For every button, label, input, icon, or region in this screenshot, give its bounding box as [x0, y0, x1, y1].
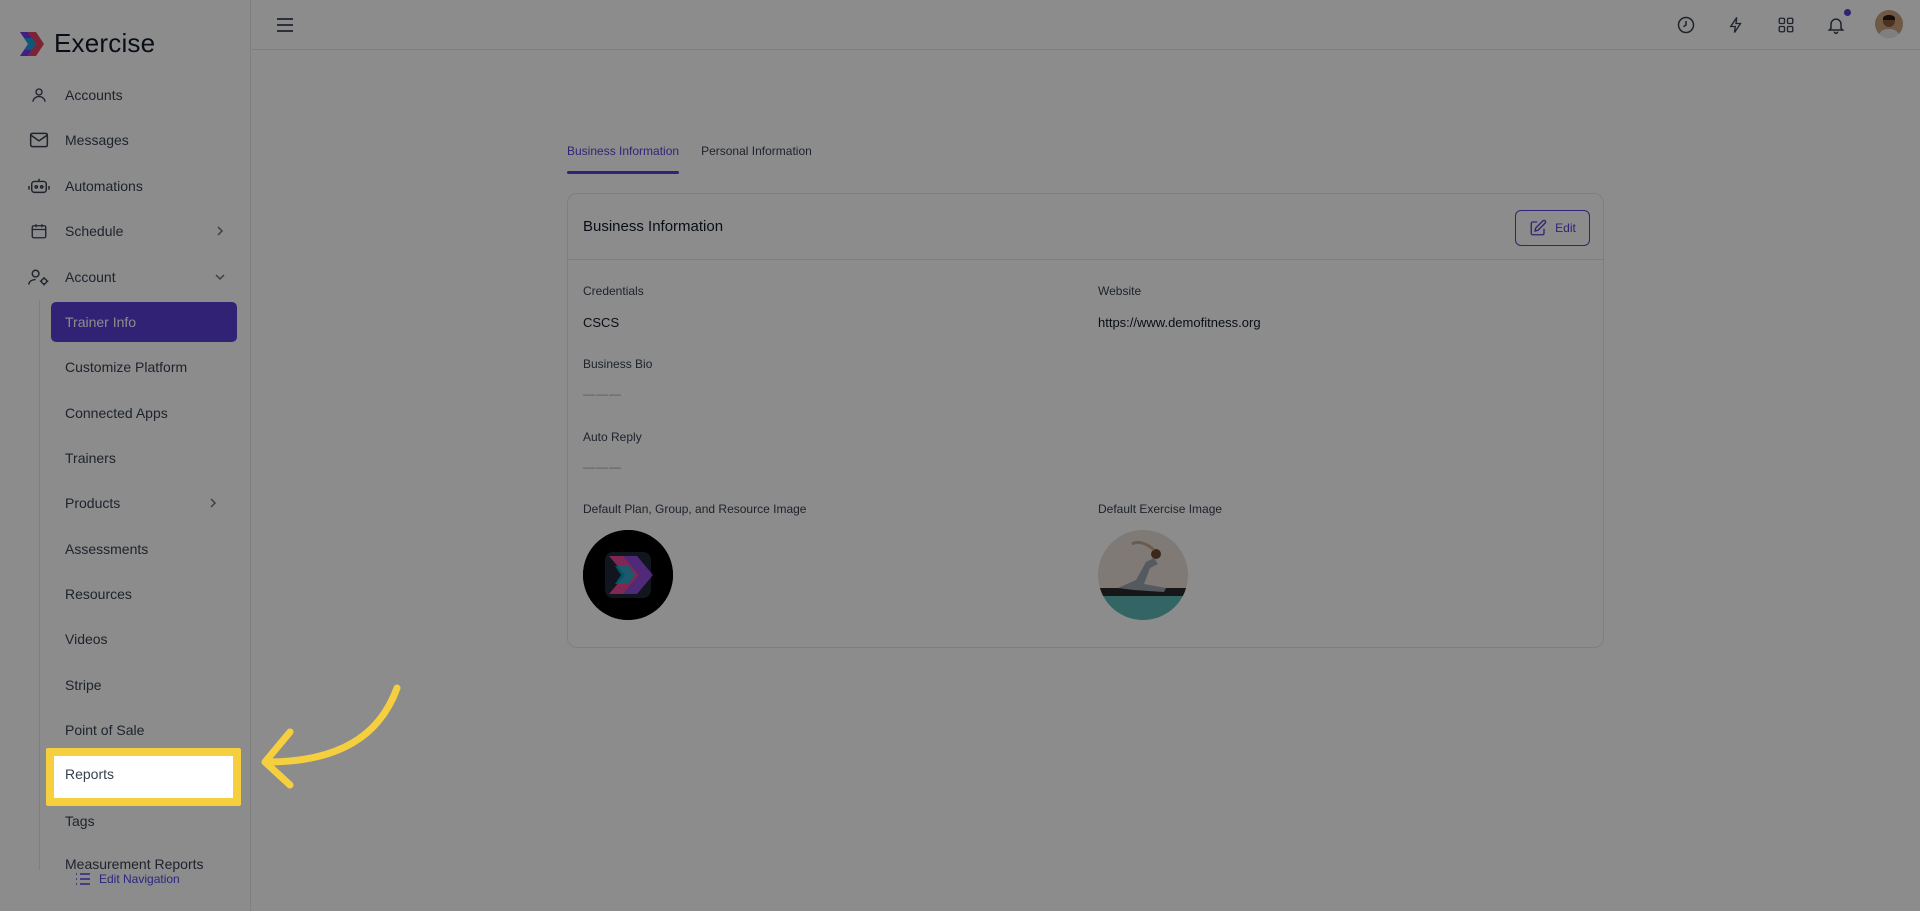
notification-dot [1844, 9, 1851, 16]
notifications-button[interactable] [1824, 9, 1851, 37]
sidebar-item-automations[interactable]: Automations [28, 170, 238, 202]
sidebar-item-label: Stripe [65, 677, 102, 693]
business-information-card: Business Information Edit Credentials CS… [567, 193, 1604, 648]
auto-reply-label: Auto Reply [583, 430, 642, 444]
edit-navigation-link[interactable]: Edit Navigation [71, 872, 184, 886]
sidebar-subitem-trainer-info[interactable]: Trainer Info [51, 302, 237, 342]
calendar-icon [28, 220, 50, 242]
sidebar-item-label: Automations [65, 178, 143, 194]
apps-button[interactable] [1774, 13, 1798, 37]
clock-icon [1677, 16, 1695, 34]
sidebar-subitem-customize-platform[interactable]: Customize Platform [51, 347, 237, 387]
sidebar-item-label: Trainer Info [65, 314, 137, 330]
sidebar-item-label: Products [65, 495, 121, 511]
website-value[interactable]: https://www.demofitness.org [1098, 315, 1261, 330]
sidebar-item-label: Schedule [65, 223, 124, 239]
chevron-right-icon [217, 226, 224, 236]
sidebar-item-accounts[interactable]: Accounts [28, 79, 238, 111]
default-exercise-image-label: Default Exercise Image [1098, 502, 1223, 516]
credentials-value: CSCS [583, 315, 620, 330]
sidebar-item-label: Assessments [65, 541, 149, 557]
website-label: Website [1098, 284, 1142, 298]
sidebar-item-label: Tags [65, 813, 95, 829]
bell-icon [1827, 18, 1845, 35]
sidebar-item-label: Accounts [65, 87, 123, 103]
default-exercise-image[interactable] [1098, 530, 1188, 620]
sidebar-item-account[interactable]: Account [28, 261, 238, 293]
sidebar-subitem-videos[interactable]: Videos [51, 619, 237, 659]
business-bio-label: Business Bio [583, 357, 653, 371]
pointer-arrow-icon [261, 684, 401, 789]
business-bio-value: ——— [583, 387, 622, 401]
quick-actions-button[interactable] [1724, 13, 1748, 37]
lightning-icon [1729, 17, 1742, 33]
sidebar-subitem-stripe[interactable]: Stripe [51, 665, 237, 705]
edit-navigation-label: Edit Navigation [99, 872, 180, 886]
sidebar-subitem-assessments[interactable]: Assessments [51, 529, 237, 569]
brand[interactable]: Exercise [18, 28, 155, 59]
edit-button[interactable]: Edit [1515, 210, 1590, 246]
user-avatar[interactable] [1875, 10, 1903, 38]
chevron-right-icon [210, 498, 217, 508]
card-header: Business Information Edit [568, 194, 1603, 260]
sidebar-item-schedule[interactable]: Schedule [28, 215, 238, 247]
sidebar-subitem-tags[interactable]: Tags [51, 801, 237, 841]
top-bar [251, 0, 1920, 50]
sidebar-subitem-products[interactable]: Products [51, 483, 237, 523]
sidebar-item-messages[interactable]: Messages [28, 124, 238, 156]
sidebar-subitem-reports[interactable]: Reports [65, 766, 114, 782]
sidebar-item-label: Connected Apps [65, 405, 168, 421]
sidebar-item-label: Videos [65, 631, 108, 647]
history-button[interactable] [1674, 13, 1698, 37]
mail-icon [28, 129, 50, 151]
submenu-divider [39, 300, 40, 870]
sidebar-item-label: Account [65, 269, 116, 285]
sidebar-item-label: Messages [65, 132, 129, 148]
user-cog-icon [28, 266, 50, 288]
brand-name: Exercise [54, 28, 156, 58]
edit-icon [1530, 219, 1547, 236]
tab-business-information[interactable]: Business Information [567, 140, 680, 174]
info-tabs: Business Information Personal Informatio… [567, 140, 834, 174]
default-plan-image-label: Default Plan, Group, and Resource Image [583, 502, 807, 516]
edit-button-label: Edit [1555, 221, 1576, 235]
card-title: Business Information [583, 218, 724, 235]
list-icon [76, 873, 90, 885]
chevron-down-icon [215, 274, 225, 281]
sidebar-subitem-resources[interactable]: Resources [51, 574, 237, 614]
hamburger-menu-icon[interactable] [275, 15, 295, 35]
tab-personal-information[interactable]: Personal Information [701, 140, 812, 174]
sidebar-item-label: Trainers [65, 450, 116, 466]
sidebar-subitem-point-of-sale[interactable]: Point of Sale [51, 710, 237, 750]
credentials-label: Credentials [583, 284, 644, 298]
sidebar-subitem-connected-apps[interactable]: Connected Apps [51, 393, 237, 433]
sidebar-item-label: Measurement Reports [65, 856, 204, 872]
robot-icon [28, 175, 50, 197]
sidebar-item-label: Customize Platform [65, 359, 188, 375]
sidebar-item-label: Resources [65, 586, 132, 602]
auto-reply-value: ——— [583, 460, 622, 474]
sidebar-item-label: Point of Sale [65, 722, 145, 738]
exercise-logo-icon [20, 31, 44, 56]
default-plan-image[interactable] [583, 530, 673, 620]
grid-icon [1778, 17, 1794, 33]
sidebar-subitem-trainers[interactable]: Trainers [51, 438, 237, 478]
user-icon [28, 84, 50, 106]
